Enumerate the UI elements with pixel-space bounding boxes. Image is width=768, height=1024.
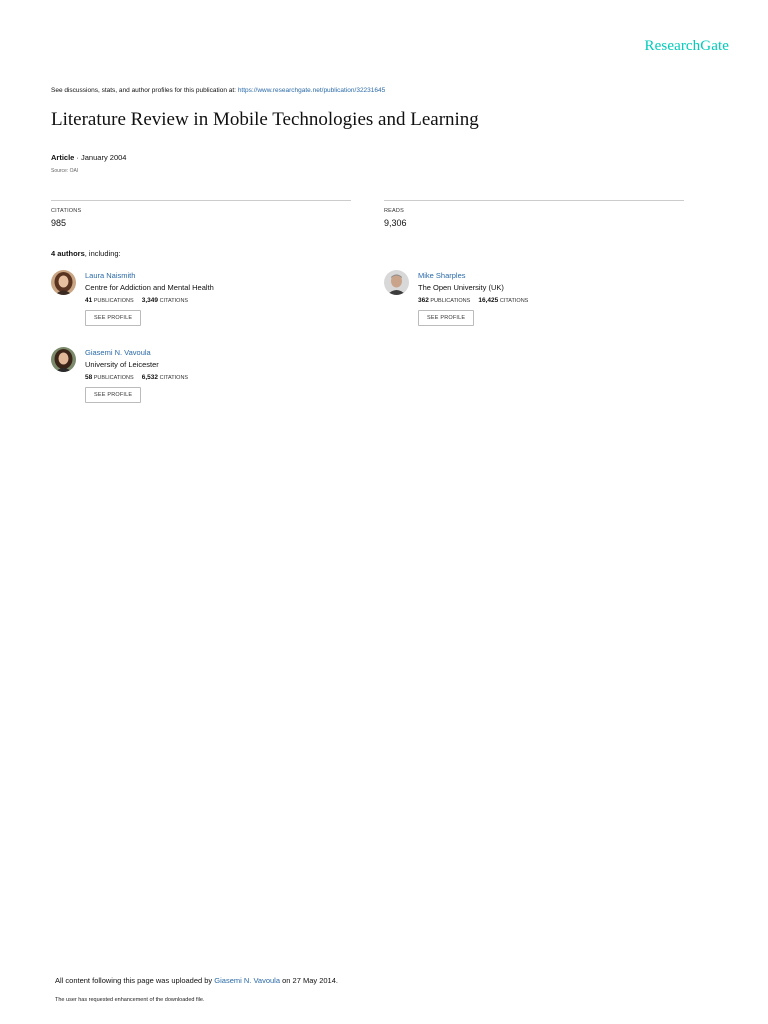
author-counts: 41 PUBLICATIONS 3,349 CITATIONS bbox=[85, 297, 214, 304]
citations-value: 985 bbox=[51, 218, 67, 228]
citations-count: 6,532 bbox=[141, 374, 159, 381]
author-name[interactable]: Laura Naismith bbox=[85, 271, 214, 280]
publications-label: PUBLICATIONS bbox=[430, 298, 471, 304]
publications-label: PUBLICATIONS bbox=[93, 375, 134, 381]
author-name[interactable]: Giasemi N. Vavoula bbox=[85, 348, 188, 357]
woman-portrait-icon[interactable] bbox=[51, 347, 76, 372]
author-institution: University of Leicester bbox=[85, 360, 159, 369]
publications-count: 362 bbox=[418, 297, 429, 304]
man-portrait-icon[interactable] bbox=[384, 270, 409, 295]
citations-count: 16,425 bbox=[478, 297, 499, 304]
reads-value: 9,306 bbox=[384, 218, 407, 228]
author-counts: 362 PUBLICATIONS 16,425 CITATIONS bbox=[418, 297, 528, 304]
publications-label: PUBLICATIONS bbox=[93, 298, 134, 304]
article-date: January 2004 bbox=[81, 153, 127, 162]
article-meta: Article · January 2004 bbox=[51, 153, 126, 162]
upload-suffix: on 27 May 2014. bbox=[282, 976, 338, 985]
citations-label: CITATIONS bbox=[159, 375, 189, 381]
citations-label: CITATIONS bbox=[159, 298, 189, 304]
discussion-line: See discussions, stats, and author profi… bbox=[51, 87, 385, 94]
see-profile-button[interactable]: SEE PROFILE bbox=[85, 387, 142, 403]
see-profile-button[interactable]: SEE PROFILE bbox=[418, 310, 475, 326]
see-profile-button[interactable]: SEE PROFILE bbox=[85, 310, 142, 326]
citations-count: 3,349 bbox=[141, 297, 159, 304]
citations-stat: CITATIONS 985 bbox=[51, 200, 351, 228]
author-info: Giasemi N. Vavoula University of Leicest… bbox=[85, 347, 188, 403]
article-title: Literature Review in Mobile Technologies… bbox=[51, 109, 479, 130]
citations-label: CITATIONS bbox=[51, 208, 82, 214]
author-info: Mike Sharples The Open University (UK) 3… bbox=[418, 270, 528, 326]
upload-line: All content following this page was uplo… bbox=[55, 976, 338, 985]
author-institution: The Open University (UK) bbox=[418, 283, 504, 292]
reads-stat: READS 9,306 bbox=[384, 200, 684, 228]
author-institution: Centre for Addiction and Mental Health bbox=[85, 283, 214, 292]
author-info: Laura Naismith Centre for Addiction and … bbox=[85, 270, 214, 326]
author-counts: 58 PUBLICATIONS 6,532 CITATIONS bbox=[85, 374, 188, 381]
citations-label: CITATIONS bbox=[499, 298, 529, 304]
author-name[interactable]: Mike Sharples bbox=[418, 271, 528, 280]
uploader-link[interactable]: Giasemi N. Vavoula bbox=[214, 976, 280, 985]
meta-separator: · bbox=[74, 153, 82, 162]
discussion-text: See discussions, stats, and author profi… bbox=[51, 87, 236, 94]
publication-link[interactable]: https://www.researchgate.net/publication… bbox=[238, 87, 385, 94]
publications-count: 41 bbox=[85, 297, 93, 304]
woman-portrait-icon[interactable] bbox=[51, 270, 76, 295]
authors-count: 4 authors bbox=[51, 249, 85, 258]
enhancement-note: The user has requested enhancement of th… bbox=[55, 997, 205, 1003]
publications-count: 58 bbox=[85, 374, 93, 381]
authors-summary: 4 authors, including: bbox=[51, 249, 121, 258]
researchgate-logo[interactable]: ResearchGate bbox=[645, 38, 729, 55]
article-type: Article bbox=[51, 153, 75, 162]
authors-suffix: , including: bbox=[84, 249, 121, 258]
reads-label: READS bbox=[384, 208, 404, 214]
upload-prefix: All content following this page was uplo… bbox=[55, 976, 213, 985]
article-source: Source: OAI bbox=[51, 168, 79, 174]
